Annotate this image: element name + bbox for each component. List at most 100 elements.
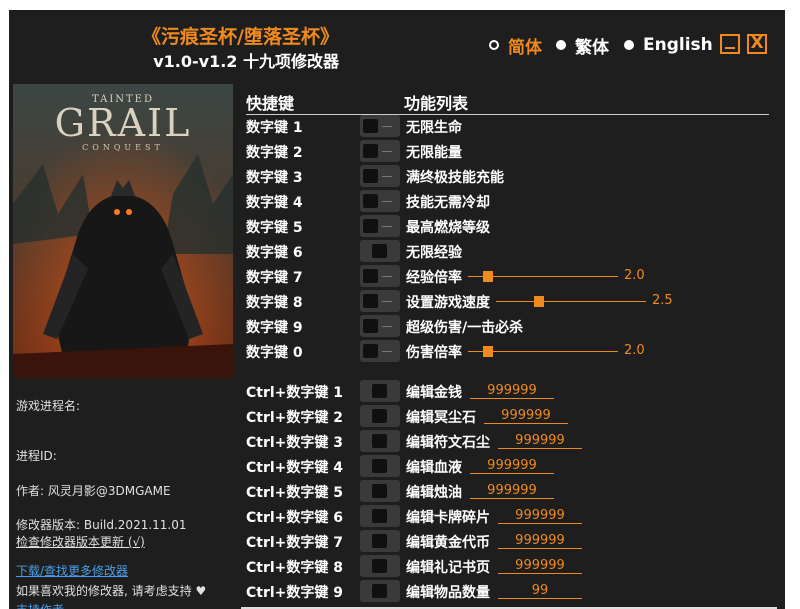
lang-traditional-label: 繁体 [575, 37, 609, 58]
toggle-switch[interactable] [360, 580, 400, 602]
toggle-switch[interactable] [360, 140, 400, 162]
hotkey-label: Ctrl+数字键 2 [246, 410, 344, 426]
radio-icon [624, 40, 634, 50]
feature-label: 经验倍率 [406, 270, 462, 286]
feature-label: 最高燃烧等级 [406, 220, 490, 236]
feature-label: 无限生命 [406, 120, 462, 136]
toggle-switch[interactable] [360, 240, 400, 262]
toggle-switch[interactable] [360, 115, 400, 137]
process-id-label: 进程ID: [16, 449, 57, 463]
toggle-switch[interactable] [360, 455, 400, 477]
hotkey-label: 数字键 9 [246, 320, 303, 336]
close-button[interactable]: X [747, 34, 767, 54]
lang-english[interactable]: English [624, 34, 713, 56]
toggle-switch[interactable] [360, 290, 400, 312]
toggle-switch[interactable] [360, 165, 400, 187]
toggle-knob [372, 459, 387, 473]
toggle-knob [372, 534, 387, 548]
toggle-knob [363, 219, 378, 233]
value-input[interactable]: 999999 [498, 433, 582, 449]
slider-thumb[interactable] [483, 346, 493, 357]
toggle-switch[interactable] [360, 430, 400, 452]
hotkey-label: Ctrl+数字键 5 [246, 485, 344, 501]
toggle-knob [372, 584, 387, 598]
value-input[interactable]: 999999 [470, 483, 554, 499]
hotkey-label: 数字键 6 [246, 245, 303, 261]
toggle-knob [363, 144, 378, 158]
toggle-switch[interactable] [360, 315, 400, 337]
slider-thumb[interactable] [534, 296, 544, 307]
feature-label: 编辑冥尘石 [406, 410, 476, 426]
slider-thumb[interactable] [483, 271, 493, 282]
toggle-off-mark [382, 176, 392, 177]
toggle-switch[interactable] [360, 405, 400, 427]
toggle-switch[interactable] [360, 530, 400, 552]
close-icon: X [750, 33, 764, 53]
process-name-label: 游戏进程名: [16, 399, 81, 413]
hotkey-label: Ctrl+数字键 3 [246, 435, 344, 451]
toggle-switch[interactable] [360, 380, 400, 402]
value-slider[interactable] [468, 346, 618, 357]
feature-label: 编辑物品数量 [406, 585, 490, 601]
toggle-knob [363, 194, 378, 208]
feature-label: 伤害倍率 [406, 345, 462, 361]
hotkey-label: 数字键 5 [246, 220, 303, 236]
toggle-knob [372, 384, 387, 398]
feature-label: 技能无需冷却 [406, 195, 490, 211]
download-more-link[interactable]: 下载/查找更多修改器 [16, 562, 128, 579]
logo-line3: CONQUEST [82, 143, 164, 152]
check-update-link[interactable]: 检查修改器版本更新 (√) [16, 533, 145, 550]
toggle-knob [372, 409, 387, 423]
cover-art: TAINTED GRAIL CONQUEST [13, 84, 233, 378]
lang-simplified-label: 简体 [508, 37, 542, 58]
toggle-off-mark [382, 326, 392, 327]
toggle-knob [363, 119, 378, 133]
toggle-knob [363, 169, 378, 183]
toggle-knob [363, 319, 378, 333]
toggle-knob [363, 294, 378, 308]
value-input[interactable]: 999999 [498, 508, 582, 524]
toggle-knob [363, 269, 378, 283]
support-author-link[interactable]: 支持作者 [16, 601, 64, 609]
feature-label: 满终极技能充能 [406, 170, 504, 186]
value-input[interactable]: 999999 [498, 533, 582, 549]
hotkey-label: Ctrl+数字键 7 [246, 535, 344, 551]
toggle-knob [372, 484, 387, 498]
slider-value: 2.5 [652, 293, 673, 308]
radio-selected-icon [489, 40, 499, 50]
feature-label: 编辑卡牌碎片 [406, 510, 490, 526]
feature-label: 编辑黄金代币 [406, 535, 490, 551]
value-input[interactable]: 999999 [470, 383, 554, 399]
lang-simplified[interactable]: 简体 [489, 34, 542, 58]
toggle-off-mark [382, 151, 392, 152]
value-input[interactable]: 999999 [484, 408, 568, 424]
logo-line2: GRAIL [55, 101, 192, 145]
toggle-knob [372, 559, 387, 573]
toggle-off-mark [382, 301, 392, 302]
toggle-switch[interactable] [360, 480, 400, 502]
value-slider[interactable] [468, 271, 618, 282]
hotkey-label: 数字键 7 [246, 270, 303, 286]
toggle-knob [372, 509, 387, 523]
value-input[interactable]: 999999 [470, 458, 554, 474]
toggle-switch[interactable] [360, 265, 400, 287]
game-cover-image: TAINTED GRAIL CONQUEST [13, 84, 233, 378]
minimize-button[interactable] [720, 34, 740, 54]
trainer-subtitle: v1.0-v1.2 十九项修改器 [153, 52, 339, 71]
toggle-switch[interactable] [360, 190, 400, 212]
toggle-switch[interactable] [360, 505, 400, 527]
hotkey-label: 数字键 2 [246, 145, 303, 161]
feature-label: 编辑符文石尘 [406, 435, 490, 451]
hotkey-label: 数字键 4 [246, 195, 303, 211]
value-input[interactable]: 999999 [498, 558, 582, 574]
toggle-knob [372, 434, 387, 448]
toggle-knob [372, 244, 387, 258]
value-slider[interactable] [496, 296, 646, 307]
toggle-switch[interactable] [360, 215, 400, 237]
value-input[interactable]: 99 [498, 583, 582, 599]
minimize-icon [725, 47, 735, 49]
game-title: 《污痕圣杯/堕落圣杯》 [142, 26, 339, 48]
toggle-switch[interactable] [360, 340, 400, 362]
toggle-switch[interactable] [360, 555, 400, 577]
lang-traditional[interactable]: 繁体 [556, 34, 609, 58]
